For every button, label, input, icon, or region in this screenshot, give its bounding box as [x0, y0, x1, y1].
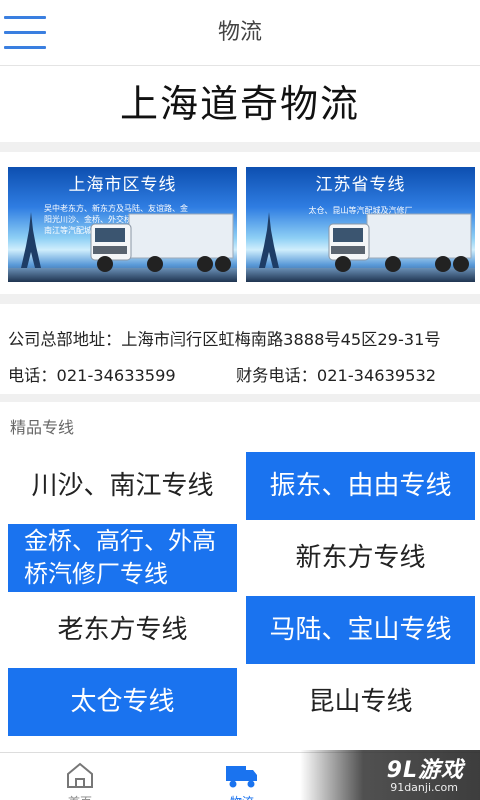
- truck-icon: [90, 213, 234, 272]
- route-jinqiao-gaohang[interactable]: 金桥、高行、外高桥汽修厂专线: [8, 524, 237, 592]
- tab-home[interactable]: 首页: [50, 759, 110, 800]
- watermark-url: 91danji.com: [390, 781, 458, 794]
- top-bar: 物流: [0, 0, 480, 66]
- tab-label: 首页: [50, 793, 110, 800]
- route-kunshan[interactable]: 昆山专线: [246, 668, 475, 736]
- route-xindongfang[interactable]: 新东方专线: [246, 524, 475, 592]
- phone-line: 电话：021-34633599 财务电话：021-34639532: [8, 362, 436, 386]
- watermark-logo: 9L游戏: [386, 758, 464, 783]
- eiffel-tower-icon: [21, 212, 41, 268]
- banner-jiangsu[interactable]: 江苏省专线 太仓、昆山等汽配城及汽修厂: [246, 167, 475, 282]
- routes-section: 精品专线 川沙、南江专线 振东、由由专线 金桥、高行、外高桥汽修厂专线 新东方专…: [0, 402, 480, 752]
- home-icon: [67, 762, 93, 788]
- tab-label: 物流: [212, 793, 272, 800]
- company-info: 公司总部地址：上海市闫行区虹梅南路3888号45区29-31号 电话：021-3…: [0, 304, 480, 394]
- truck-icon: [328, 213, 472, 272]
- company-name: 上海道奇物流: [0, 66, 480, 142]
- eiffel-tower-icon: [259, 212, 279, 268]
- banner-section: 上海市区专线 吴中老东方、新东方及马陆、友谊路、金阳光川沙、金桥、外交桥、振东、…: [0, 152, 480, 294]
- page-title: 物流: [217, 20, 262, 45]
- route-taicang[interactable]: 太仓专线: [8, 668, 237, 736]
- banner-title: 上海市区专线: [68, 175, 177, 195]
- route-chuansha-nanjiang[interactable]: 川沙、南江专线: [8, 452, 237, 520]
- tab-logistics[interactable]: 物流: [212, 759, 272, 800]
- route-laodongfang[interactable]: 老东方专线: [8, 596, 237, 664]
- phone-text[interactable]: 电话：021-34633599: [8, 366, 176, 385]
- route-malu-baoshan[interactable]: 马陆、宝山专线: [246, 596, 475, 664]
- banner-title: 江苏省专线: [315, 175, 406, 195]
- finance-phone-text[interactable]: 财务电话：021-34639532: [236, 362, 436, 386]
- truck-icon: [226, 766, 257, 788]
- routes-heading: 精品专线: [10, 418, 75, 437]
- banner-shanghai-city[interactable]: 上海市区专线 吴中老东方、新东方及马陆、友谊路、金阳光川沙、金桥、外交桥、振东、…: [8, 167, 237, 282]
- address-text: 公司总部地址：上海市闫行区虹梅南路3888号45区29-31号: [8, 330, 441, 349]
- route-zhendong-youyou[interactable]: 振东、由由专线: [246, 452, 475, 520]
- watermark: 9L游戏 91danji.com: [300, 750, 480, 800]
